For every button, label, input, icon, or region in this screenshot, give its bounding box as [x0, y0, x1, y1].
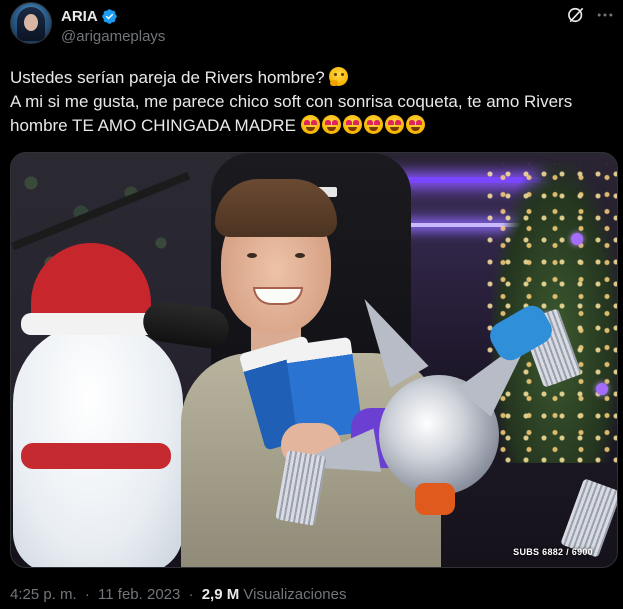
snowman-scarf: [21, 443, 171, 469]
author-name-row[interactable]: ARIA: [61, 6, 118, 26]
separator-dot: ·: [188, 586, 194, 603]
pinata-fringe: [560, 478, 617, 558]
tweet-media-image[interactable]: SUBS 6882 / 6900: [10, 152, 618, 568]
views-label[interactable]: Visualizaciones: [243, 586, 346, 603]
tweet-text-line1: Ustedes serían pareja de Rivers hombre?: [10, 68, 325, 87]
pinata-part: [415, 483, 455, 515]
grok-icon[interactable]: [566, 5, 586, 25]
heart-eyes-emoji: [363, 115, 383, 134]
tweet-meta: 4:25 p. m. · 11 feb. 2023 · 2,9 M Visual…: [10, 586, 347, 603]
author-display-name[interactable]: ARIA: [61, 8, 98, 25]
person-eye: [295, 253, 305, 258]
person-eye: [247, 253, 257, 258]
more-options-icon[interactable]: [595, 6, 615, 24]
heart-eyes-emoji: [384, 115, 404, 134]
heart-eyes-emoji-group: [300, 115, 427, 135]
thinking-face-emoji: [329, 67, 349, 86]
avatar-face: [24, 14, 38, 31]
person-hair: [215, 179, 337, 237]
heart-eyes-emoji: [405, 115, 425, 134]
profile-avatar[interactable]: [10, 2, 52, 44]
verified-badge-icon: [101, 8, 117, 24]
heart-eyes-emoji: [321, 115, 341, 134]
ornament: [571, 233, 583, 245]
tweet-text-line2: A mi si me gusta, me parece chico soft c…: [10, 92, 573, 135]
ornament: [596, 383, 608, 395]
snowman-hat-band: [21, 313, 161, 335]
tweet-card: ARIA @arigameplays Ustedes serían pareja…: [0, 0, 623, 609]
heart-eyes-emoji: [300, 115, 320, 134]
views-count[interactable]: 2,9 M: [202, 586, 240, 603]
tweet-date[interactable]: 11 feb. 2023: [98, 586, 180, 603]
heart-eyes-emoji: [342, 115, 362, 134]
separator-dot: ·: [84, 586, 90, 603]
subs-overlay-text: SUBS 6882 / 6900: [513, 547, 593, 557]
tweet-text: Ustedes serían pareja de Rivers hombre? …: [10, 66, 610, 138]
tweet-time[interactable]: 4:25 p. m.: [10, 586, 77, 603]
author-handle[interactable]: @arigameplays: [61, 28, 165, 45]
